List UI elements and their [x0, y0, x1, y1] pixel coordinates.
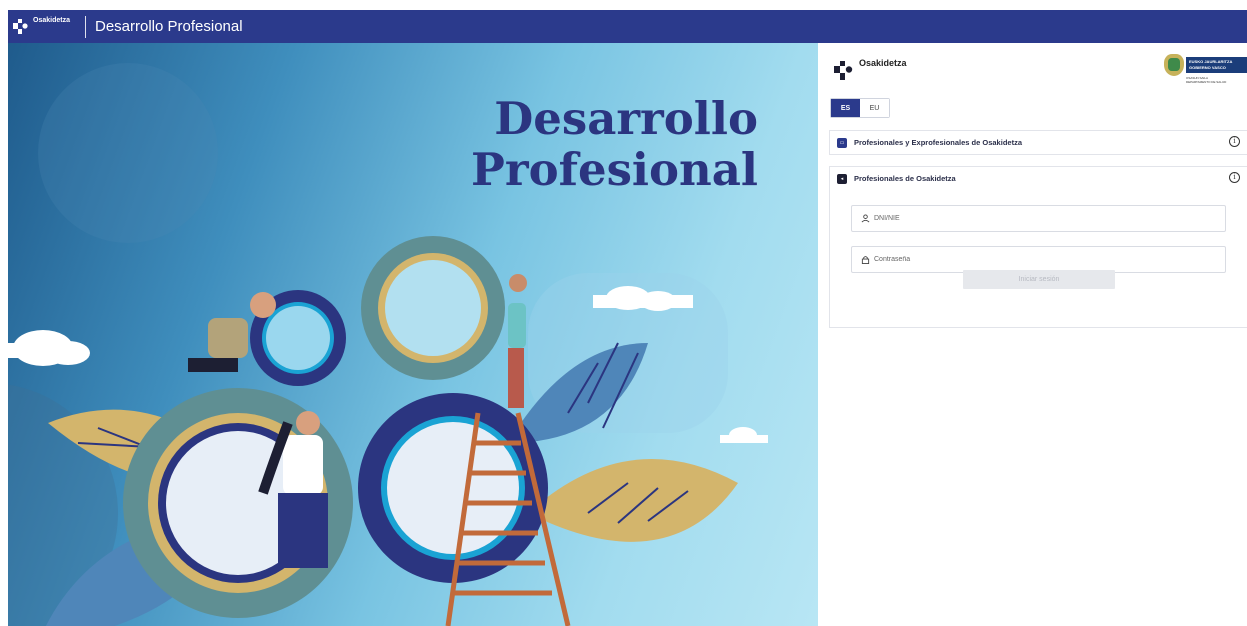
- lang-es-button[interactable]: ES: [831, 99, 860, 117]
- gobierno-vasco-badge: EUSKO JAURLARITZA GOBIERNO VASCO: [1186, 57, 1247, 73]
- coat-of-arms-icon: [1164, 54, 1184, 76]
- accordion-profesionales-osakidetza: ◂ Profesionales de Osakidetza i Iniciar …: [829, 166, 1247, 328]
- panel-logo-text: Osakidetza: [859, 58, 907, 68]
- dni-input[interactable]: [874, 215, 1174, 222]
- password-field[interactable]: [851, 246, 1226, 273]
- user-icon: [861, 214, 870, 223]
- lock-icon: [861, 256, 870, 264]
- dni-field[interactable]: [851, 205, 1226, 232]
- lang-eu-button[interactable]: EU: [860, 99, 889, 117]
- info-icon[interactable]: i: [1229, 136, 1240, 147]
- accordion1-label: Profesionales y Exprofesionales de Osaki…: [854, 138, 1022, 147]
- hero-title: Desarrollo Profesional: [428, 93, 758, 195]
- panel-osakidetza-logo: Osakidetza: [832, 57, 907, 83]
- info-icon[interactable]: i: [1229, 172, 1240, 183]
- osakidetza-logo[interactable]: Osakidetza: [11, 16, 73, 38]
- accordion2-label: Profesionales de Osakidetza: [854, 174, 956, 183]
- accordion-profesionales-exprofesionales[interactable]: ▭ Profesionales y Exprofesionales de Osa…: [829, 130, 1247, 155]
- hero-illustration: Desarrollo Profesional: [8, 43, 818, 626]
- osakidetza-logo-icon: [13, 18, 28, 34]
- logo-text: Osakidetza: [33, 16, 70, 24]
- accordion2-header[interactable]: ◂ Profesionales de Osakidetza i: [830, 167, 1247, 190]
- hero-title-line1: Desarrollo: [494, 92, 758, 145]
- osakidetza-mini-icon: ◂: [837, 173, 847, 184]
- login-button[interactable]: Iniciar sesión: [963, 270, 1115, 289]
- accordion1-header[interactable]: ▭ Profesionales y Exprofesionales de Osa…: [830, 131, 1247, 154]
- language-switcher: ES EU: [830, 98, 890, 118]
- gobierno-vasco-logo: EUSKO JAURLARITZA GOBIERNO VASCO OSASUN …: [1164, 54, 1247, 94]
- hero-title-line2: Profesional: [471, 143, 758, 196]
- gov-line2: GOBIERNO VASCO: [1189, 65, 1226, 70]
- gov-sub2: DEPARTAMENTO DE SALUD: [1186, 80, 1227, 84]
- login-panel: Osakidetza EUSKO JAURLARITZA GOBIERNO VA…: [818, 43, 1247, 626]
- id-card-icon: ▭: [837, 137, 847, 148]
- password-input[interactable]: [874, 256, 1174, 263]
- gov-subtitle: OSASUN SAILA DEPARTAMENTO DE SALUD: [1186, 76, 1247, 84]
- app-title: Desarrollo Profesional: [95, 18, 243, 35]
- header-divider: [85, 15, 86, 38]
- top-bar: Osakidetza Desarrollo Profesional: [8, 10, 1247, 43]
- osakidetza-logo-icon: [834, 61, 853, 80]
